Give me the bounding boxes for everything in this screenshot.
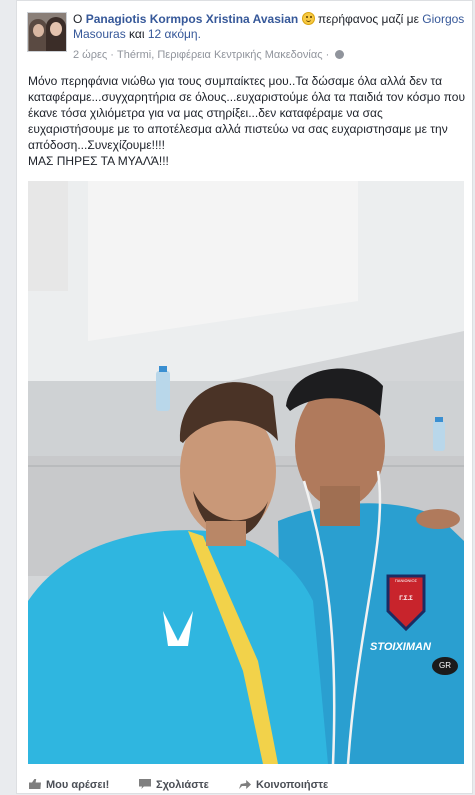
- globe-icon[interactable]: [335, 50, 345, 59]
- and-word: και: [129, 27, 145, 41]
- share-icon: [239, 780, 251, 789]
- post-photo[interactable]: STOIXIMAN GR ΠΑΝΙΩΝΙΟΣ Γ.Σ.Σ: [28, 181, 464, 764]
- thumbs-up-icon: [29, 779, 41, 789]
- author-name-link[interactable]: Panagiotis Kormpos: [86, 12, 203, 26]
- comment-button[interactable]: Σχολιάστε: [139, 779, 209, 791]
- post-time-link[interactable]: 2 ώρες: [73, 49, 107, 61]
- meta-separator: ·: [110, 49, 114, 61]
- avatar-face-right: [50, 22, 62, 36]
- sponsor-text: STOIXIMAN: [370, 641, 431, 653]
- meta-separator-2: ·: [325, 49, 330, 61]
- post-header: Ο Panagiotis Kormpos Xristina Avasian πε…: [73, 12, 468, 42]
- post-meta: 2 ώρες · Thérmi, Περιφέρεια Κεντρικής Μα…: [73, 49, 345, 62]
- feeling-text: περήφανος μαζί με: [317, 12, 419, 26]
- facebook-post-card: Ο Panagiotis Kormpos Xristina Avasian πε…: [16, 0, 473, 794]
- author-avatar[interactable]: [27, 12, 67, 52]
- post-body-text: Μόνο περηφάνια νιώθω για τους συμπαίκτες…: [28, 74, 466, 152]
- tagged-name-link[interactable]: Xristina Avasian: [206, 12, 298, 26]
- header-prefix: Ο: [73, 12, 83, 26]
- selfie-photo: [28, 181, 464, 764]
- others-link[interactable]: 12 ακόμη.: [148, 27, 201, 41]
- like-label: Μου αρέσει!: [46, 779, 110, 791]
- share-button[interactable]: Κοινοποιήστε: [239, 779, 328, 791]
- crest-text: ΠΑΝΙΩΝΙΟΣ: [394, 578, 418, 583]
- feeling-smiley-icon: [301, 12, 315, 25]
- comment-icon: [139, 779, 151, 789]
- post-body-line2: ΜΑΣ ΠΗΡΕΣ ΤΑ ΜΥΑΛΆ!!!: [28, 154, 169, 168]
- post-actions: Μου αρέσει! Σχολιάστε Κοινοποιήστε: [17, 773, 472, 795]
- share-label: Κοινοποιήστε: [256, 779, 329, 791]
- location-link[interactable]: Thérmi, Περιφέρεια Κεντρικής Μακεδονίας: [117, 49, 322, 61]
- avatar-face-left: [33, 24, 44, 37]
- post-body: Μόνο περηφάνια νιώθω για τους συμπαίκτες…: [28, 73, 468, 169]
- comment-label: Σχολιάστε: [156, 779, 209, 791]
- crest-subtext: Γ.Σ.Σ: [399, 596, 413, 602]
- like-button[interactable]: Μου αρέσει!: [29, 779, 109, 791]
- sponsor-suffix: GR: [432, 657, 458, 675]
